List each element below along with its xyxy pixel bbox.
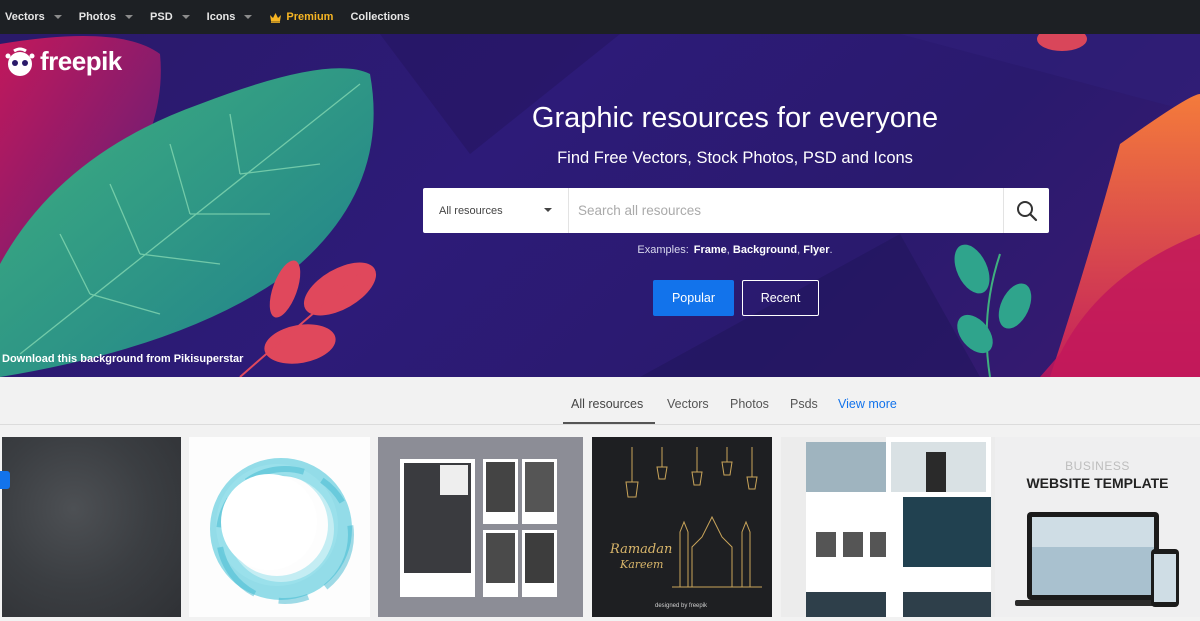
nav-premium-label: Premium: [286, 11, 334, 23]
tab-all-resources[interactable]: All resources: [571, 397, 643, 411]
watercolor-circle-image: [210, 458, 354, 604]
barber-flyers-image: [400, 459, 557, 597]
view-more-link[interactable]: View more: [838, 397, 897, 411]
nav-vectors-label: Vectors: [5, 11, 45, 23]
caret-down-icon: [544, 208, 552, 212]
nav-psd[interactable]: PSD: [150, 11, 190, 23]
nav-collections-label: Collections: [350, 11, 410, 23]
search-examples: Examples: Frame, Background, Flyer.: [637, 244, 833, 256]
resource-tabs: All resources Vectors Photos Psds View m…: [0, 377, 1200, 425]
nav-collections[interactable]: Collections: [350, 11, 409, 23]
caret-down-icon: [125, 15, 134, 19]
top-nav: Vectors Photos PSD Icons Premium Collect…: [0, 0, 1200, 34]
tab-vectors[interactable]: Vectors: [667, 397, 709, 411]
thumbnail-watercolor-circle[interactable]: [189, 437, 370, 617]
crown-icon: [269, 12, 282, 23]
example-link-flyer[interactable]: Flyer: [803, 244, 829, 256]
nav-psd-label: PSD: [150, 11, 173, 23]
logo-text: freepik: [40, 46, 122, 76]
designed-by-label: designed by freepik: [655, 603, 708, 609]
nav-photos-label: Photos: [78, 11, 117, 23]
hero-subtitle: Find Free Vectors, Stock Photos, PSD and…: [557, 149, 913, 167]
example-link-background[interactable]: Background: [733, 244, 797, 256]
thumbnail-ramadan-kareem[interactable]: Ramadan Kareem designed by freepik: [592, 437, 772, 617]
search-bar: All resources: [423, 188, 1049, 233]
recent-button[interactable]: Recent: [742, 280, 819, 316]
tab-psds[interactable]: Psds: [790, 397, 818, 411]
search-button[interactable]: [1003, 188, 1049, 233]
website-mockup-image: [806, 437, 991, 617]
examples-label: Examples:: [637, 244, 689, 256]
thumbnail-business-website-template[interactable]: BUSINESS WEBSITE TEMPLATE: [995, 437, 1200, 617]
ramadan-title: Ramadan: [610, 542, 673, 557]
caret-down-icon: [181, 15, 190, 19]
thumbnail-website-mockup[interactable]: [781, 437, 995, 617]
thumbnail-barber-flyers[interactable]: [378, 437, 583, 617]
nav-photos[interactable]: Photos: [78, 11, 134, 23]
ramadan-illustration: [625, 447, 762, 588]
hero-banner: freepik Graphic resources for everyone F…: [0, 34, 1200, 377]
ramadan-subtitle: Kareem: [620, 558, 664, 571]
nav-icons[interactable]: Icons: [207, 11, 253, 23]
active-tab-indicator: [563, 422, 655, 424]
search-icon: [1016, 200, 1037, 221]
example-link-frame[interactable]: Frame: [694, 244, 727, 256]
hero-title: Graphic resources for everyone: [531, 102, 939, 134]
popular-button[interactable]: Popular: [653, 280, 734, 316]
tab-photos[interactable]: Photos: [730, 397, 769, 411]
freepik-logo[interactable]: freepik: [4, 46, 122, 77]
background-credit-link[interactable]: Download this background from Pikisupers…: [2, 353, 243, 365]
freepik-logo-icon: [4, 47, 36, 77]
thumbnail-dark-texture[interactable]: [2, 437, 181, 617]
nav-vectors[interactable]: Vectors: [5, 11, 62, 23]
caret-down-icon: [244, 15, 253, 19]
search-input[interactable]: [569, 188, 1003, 233]
resource-type-select[interactable]: All resources: [423, 188, 569, 233]
laptop-mockup-image: [1015, 512, 1179, 607]
nav-premium[interactable]: Premium: [269, 11, 333, 23]
nav-icons-label: Icons: [206, 11, 236, 23]
caret-down-icon: [53, 15, 62, 19]
resource-type-value: All resources: [439, 204, 503, 217]
side-badge[interactable]: [0, 471, 10, 489]
